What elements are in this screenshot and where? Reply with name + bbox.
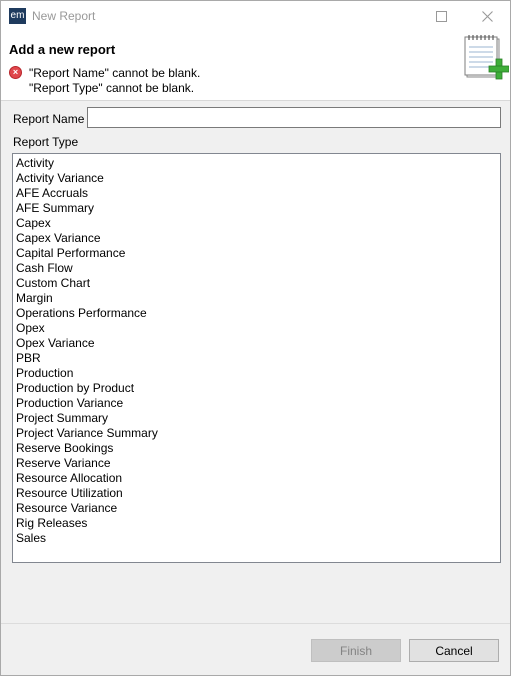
title-bar[interactable]: em New Report — [1, 1, 510, 31]
error-icon: × — [9, 66, 22, 79]
report-type-item[interactable]: Capex Variance — [13, 231, 500, 246]
report-type-item[interactable]: Production — [13, 366, 500, 381]
report-type-item[interactable]: Production by Product — [13, 381, 500, 396]
report-name-label: Report Name — [13, 112, 85, 126]
report-type-item[interactable]: Rig Releases — [13, 516, 500, 531]
report-type-item[interactable]: Sales — [13, 531, 500, 546]
report-type-item[interactable]: PBR — [13, 351, 500, 366]
notepad-add-icon — [464, 35, 509, 80]
finish-button[interactable]: Finish — [311, 639, 401, 662]
report-type-item[interactable]: Activity — [13, 156, 500, 171]
report-type-item[interactable]: AFE Accruals — [13, 186, 500, 201]
close-icon — [481, 10, 493, 22]
report-type-item[interactable]: Resource Utilization — [13, 486, 500, 501]
cancel-button[interactable]: Cancel — [409, 639, 499, 662]
window-title: New Report — [32, 9, 96, 23]
app-logo-icon: em — [9, 8, 26, 24]
page-title: Add a new report — [9, 42, 116, 57]
error-message-report-name: "Report Name" cannot be blank. — [29, 66, 201, 80]
report-type-item[interactable]: AFE Summary — [13, 201, 500, 216]
report-type-item[interactable]: Project Summary — [13, 411, 500, 426]
wizard-header: Add a new report × "Report Name" cannot … — [1, 31, 510, 101]
error-message-report-type: "Report Type" cannot be blank. — [29, 81, 195, 95]
report-type-item[interactable]: Opex — [13, 321, 500, 336]
report-type-item[interactable]: Reserve Bookings — [13, 441, 500, 456]
maximize-icon — [435, 10, 447, 22]
report-type-item[interactable]: Capital Performance — [13, 246, 500, 261]
report-type-label: Report Type — [13, 135, 79, 149]
report-type-item[interactable]: Opex Variance — [13, 336, 500, 351]
report-type-item[interactable]: Cash Flow — [13, 261, 500, 276]
report-type-item[interactable]: Operations Performance — [13, 306, 500, 321]
report-type-item[interactable]: Resource Allocation — [13, 471, 500, 486]
report-type-item[interactable]: Activity Variance — [13, 171, 500, 186]
footer-divider — [1, 623, 510, 624]
report-type-item[interactable]: Custom Chart — [13, 276, 500, 291]
report-type-item[interactable]: Reserve Variance — [13, 456, 500, 471]
report-type-item[interactable]: Margin — [13, 291, 500, 306]
report-type-list[interactable]: Activity Activity Variance AFE Accruals AFE… — [12, 153, 501, 563]
new-report-dialog: em New Report Add a new report × "Report… — [0, 0, 511, 676]
report-type-item[interactable]: Capex — [13, 216, 500, 231]
report-type-item[interactable]: Project Variance Summary — [13, 426, 500, 441]
report-type-item[interactable]: Resource Variance — [13, 501, 500, 516]
close-button[interactable] — [465, 1, 509, 31]
report-type-item[interactable]: Production Variance — [13, 396, 500, 411]
report-name-input[interactable] — [87, 107, 501, 128]
maximize-button[interactable] — [419, 1, 463, 31]
